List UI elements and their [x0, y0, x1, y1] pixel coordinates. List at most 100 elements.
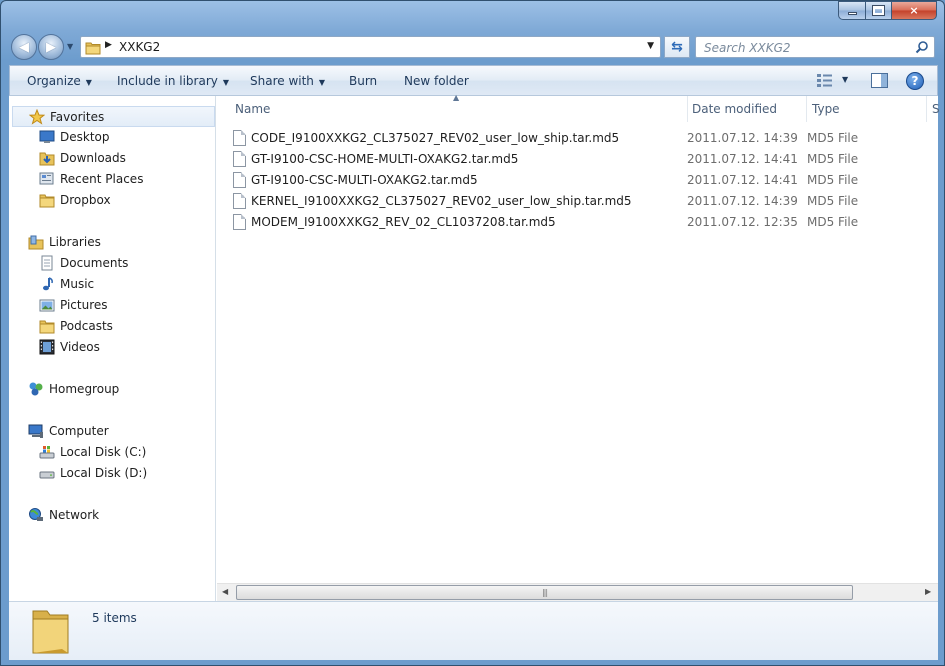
sidebar-item-label: Favorites	[50, 110, 105, 124]
file-icon	[233, 130, 246, 146]
sidebar-item-label: Desktop	[60, 130, 110, 144]
file-row[interactable]: KERNEL_I9100XXKG2_CL375027_REV02_user_lo…	[230, 191, 930, 212]
column-divider[interactable]	[806, 96, 807, 122]
sidebar-item-label: Recent Places	[60, 172, 144, 186]
music-note-icon	[43, 277, 53, 291]
breadcrumb-arrow-icon[interactable]: ▶	[105, 40, 112, 50]
file-icon	[233, 151, 246, 167]
address-bar[interactable]: ▶ XXKG2 ▼	[80, 36, 661, 58]
file-date: 2011.07.12. 14:39	[687, 194, 798, 208]
file-name: GT-I9100-CSC-HOME-MULTI-OXAKG2.tar.md5	[251, 152, 519, 166]
network-icon	[29, 508, 43, 521]
share-with-button[interactable]: Share with ▼	[250, 74, 325, 88]
minimize-button[interactable]	[838, 1, 865, 20]
navigation-pane[interactable]: Favorites Desktop Downloads Recent Place…	[9, 96, 216, 601]
sidebar-item-favorites[interactable]: Favorites	[12, 106, 215, 127]
file-list[interactable]: ▲ Name Date modified Type S CODE_I9100XX…	[217, 93, 940, 601]
close-button[interactable]: ×	[891, 1, 937, 20]
column-header-row: ▲ Name Date modified Type S	[217, 93, 940, 123]
column-header-size[interactable]: S	[932, 102, 940, 116]
sidebar-item-label: Network	[49, 508, 100, 522]
column-header-date-modified[interactable]: Date modified	[692, 102, 777, 116]
include-in-library-label: Include in library	[117, 74, 218, 88]
explorer-window: × ◀ ▶ ▼ ▶ XXKG2 ▼ ⇆ Search XXKG2 Organiz…	[0, 0, 945, 666]
recent-pages-dropdown[interactable]: ▼	[67, 42, 73, 51]
view-options-dropdown-icon[interactable]: ▼	[842, 75, 848, 84]
chevron-down-icon: ▼	[318, 78, 326, 87]
search-input[interactable]: Search XXKG2	[704, 41, 791, 55]
close-icon: ×	[909, 4, 919, 17]
sidebar-item-music[interactable]: Music	[9, 274, 215, 295]
new-folder-button[interactable]: New folder	[404, 74, 469, 88]
scroll-right-icon[interactable]: ▶	[925, 587, 931, 596]
sidebar-item-homegroup[interactable]: Homegroup	[9, 379, 215, 400]
address-dropdown-icon[interactable]: ▼	[647, 41, 654, 51]
file-name: CODE_I9100XXKG2_CL375027_REV02_user_low_…	[251, 131, 620, 145]
back-button[interactable]: ◀	[11, 34, 37, 60]
sidebar-item-local-disk-c[interactable]: Local Disk (C:)	[9, 442, 215, 463]
documents-icon	[41, 255, 53, 271]
refresh-button[interactable]: ⇆	[664, 36, 690, 58]
sidebar-item-label: Documents	[60, 256, 129, 270]
help-icon[interactable]: ?	[906, 72, 924, 90]
horizontal-scrollbar[interactable]: ◀ ||| ▶	[217, 583, 938, 601]
column-header-name[interactable]: Name	[235, 102, 270, 116]
burn-button[interactable]: Burn	[349, 74, 377, 88]
sidebar-item-downloads[interactable]: Downloads	[9, 148, 215, 169]
file-name: GT-I9100-CSC-MULTI-OXAKG2.tar.md5	[251, 173, 478, 187]
file-row[interactable]: MODEM_I9100XXKG2_REV_02_CL1037208.tar.md…	[230, 212, 930, 233]
sidebar-item-label: Homegroup	[49, 382, 120, 396]
preview-pane-icon[interactable]	[871, 73, 888, 88]
sidebar-item-network[interactable]: Network	[9, 505, 215, 526]
file-type: MD5 File	[807, 152, 859, 166]
organize-button[interactable]: Organize ▼	[27, 74, 92, 88]
column-divider[interactable]	[926, 96, 927, 122]
navigation-bar: ◀ ▶ ▼ ▶ XXKG2 ▼ ⇆ Search XXKG2	[9, 33, 939, 61]
sidebar-item-computer[interactable]: Computer	[9, 421, 215, 442]
sidebar-item-videos[interactable]: Videos	[9, 337, 215, 358]
sidebar-item-label: Local Disk (D:)	[60, 466, 148, 480]
scrollbar-thumb[interactable]: |||	[236, 585, 853, 600]
change-view-icon[interactable]	[817, 74, 833, 88]
item-count: 5 items	[92, 611, 137, 625]
sidebar-item-podcasts[interactable]: Podcasts	[9, 316, 215, 337]
sidebar-item-label: Downloads	[60, 151, 126, 165]
file-name: KERNEL_I9100XXKG2_CL375027_REV02_user_lo…	[251, 194, 632, 208]
sidebar-item-documents[interactable]: Documents	[9, 253, 215, 274]
sidebar-item-dropbox[interactable]: Dropbox	[9, 190, 215, 211]
breadcrumb-current[interactable]: XXKG2	[119, 40, 160, 54]
drive-icon	[39, 471, 55, 479]
new-folder-label: New folder	[404, 74, 469, 88]
sidebar-item-pictures[interactable]: Pictures	[9, 295, 215, 316]
column-header-type[interactable]: Type	[812, 102, 840, 116]
sort-ascending-icon: ▲	[453, 93, 460, 102]
back-arrow-icon: ◀	[19, 39, 29, 55]
file-date: 2011.07.12. 12:35	[687, 215, 798, 229]
search-box[interactable]: Search XXKG2	[695, 36, 935, 58]
content-area: Favorites Desktop Downloads Recent Place…	[9, 93, 940, 601]
file-row[interactable]: GT-I9100-CSC-HOME-MULTI-OXAKG2.tar.md5 2…	[230, 149, 930, 170]
sidebar-item-libraries[interactable]: Libraries	[9, 232, 215, 253]
folder-icon	[39, 194, 55, 208]
folder-icon	[32, 610, 69, 654]
file-row[interactable]: GT-I9100-CSC-MULTI-OXAKG2.tar.md5 2011.0…	[230, 170, 930, 191]
search-icon[interactable]	[915, 40, 929, 54]
sidebar-item-label: Local Disk (C:)	[60, 445, 147, 459]
file-icon	[233, 214, 246, 230]
scroll-left-icon[interactable]: ◀	[222, 587, 228, 596]
sidebar-item-local-disk-d[interactable]: Local Disk (D:)	[9, 463, 215, 484]
forward-button[interactable]: ▶	[38, 34, 64, 60]
sidebar-item-label: Music	[60, 277, 95, 291]
desktop-icon	[39, 130, 55, 143]
downloads-folder-icon	[39, 152, 55, 166]
windows-drive-icon	[39, 446, 55, 459]
sidebar-item-recent-places[interactable]: Recent Places	[9, 169, 215, 190]
file-row[interactable]: CODE_I9100XXKG2_CL375027_REV02_user_low_…	[230, 128, 930, 149]
folder-icon	[85, 42, 101, 55]
column-divider[interactable]	[687, 96, 688, 122]
sidebar-item-desktop[interactable]: Desktop	[9, 127, 215, 148]
videos-icon	[39, 339, 55, 355]
include-in-library-button[interactable]: Include in library ▼	[117, 74, 229, 88]
maximize-button[interactable]	[865, 1, 891, 20]
organize-label: Organize	[27, 74, 81, 88]
